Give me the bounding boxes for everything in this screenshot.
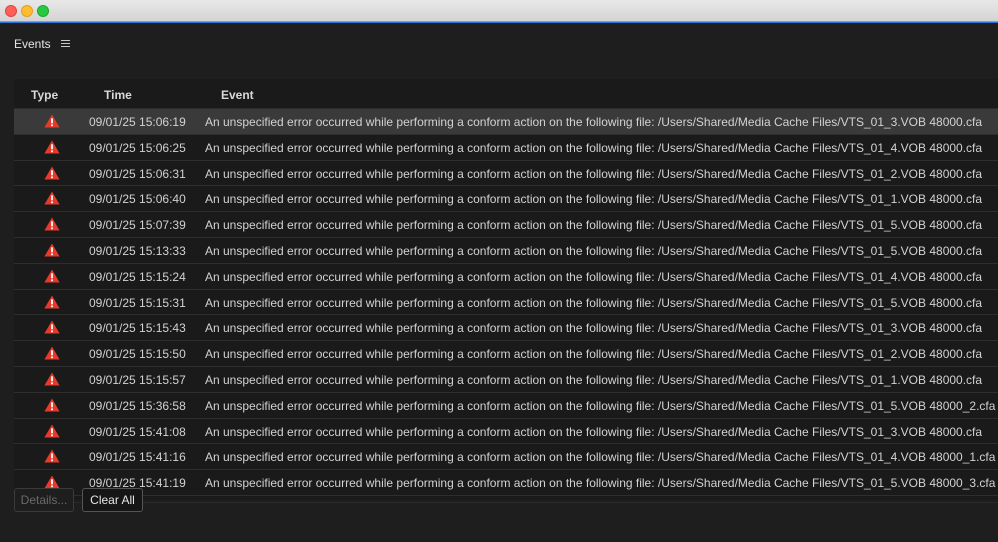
warning-icon (44, 191, 60, 205)
event-message: An unspecified error occurred while perf… (205, 269, 983, 284)
minimize-window-button[interactable] (21, 5, 33, 17)
window-title-bar (0, 0, 998, 22)
hamburger-menu-icon[interactable] (60, 40, 70, 48)
event-message: An unspecified error occurred while perf… (205, 115, 983, 129)
event-time: 09/01/25 15:06:25 (89, 140, 186, 155)
event-time: 09/01/25 15:15:31 (89, 295, 186, 310)
event-time: 09/01/25 15:15:57 (89, 372, 186, 387)
event-time: 09/01/25 15:07:39 (89, 218, 186, 233)
table-row[interactable]: 09/01/25 15:15:50 An unspecified error oc… (14, 341, 998, 367)
event-time: 09/01/25 15:41:08 (89, 424, 186, 439)
warning-icon (44, 243, 60, 257)
event-message: An unspecified error occurred while perf… (205, 295, 983, 310)
event-time: 09/01/25 15:36:58 (89, 398, 186, 413)
event-time: 09/01/25 15:06:31 (89, 166, 186, 181)
footer-divider (14, 502, 998, 503)
warning-icon (44, 217, 60, 231)
table-row[interactable]: 09/01/25 15:15:43 An unspecified error oc… (14, 315, 998, 342)
table-body: 09/01/25 15:06:19 An unspecified error oc… (14, 109, 998, 496)
event-message: An unspecified error occurred while perf… (205, 347, 983, 362)
event-time: 09/01/25 15:06:19 (89, 115, 186, 129)
warning-icon (44, 140, 60, 154)
column-header-event[interactable]: Event (221, 88, 254, 102)
event-message: An unspecified error occurred while perf… (205, 398, 996, 413)
maximize-window-button[interactable] (37, 5, 49, 17)
panel-title[interactable]: Events (14, 37, 51, 51)
table-row[interactable]: 09/01/25 15:06:19 An unspecified error oc… (14, 109, 998, 135)
table-row[interactable]: 09/01/25 15:41:16 An unspecified error oc… (14, 444, 998, 471)
warning-icon (44, 114, 60, 128)
event-message: An unspecified error occurred while perf… (205, 450, 996, 465)
warning-icon (44, 346, 60, 360)
event-message: An unspecified error occurred while perf… (205, 476, 996, 491)
event-message: An unspecified error occurred while perf… (205, 321, 983, 336)
table-row[interactable]: 09/01/25 15:15:24 An unspecified error oc… (14, 264, 998, 290)
table-row[interactable]: 09/01/25 15:41:19 An unspecified error oc… (14, 470, 998, 496)
warning-icon (44, 398, 60, 412)
table-row[interactable]: 09/01/25 15:41:08 An unspecified error oc… (14, 419, 998, 445)
event-message: An unspecified error occurred while perf… (205, 218, 983, 233)
close-window-button[interactable] (5, 5, 17, 17)
table-row[interactable]: 09/01/25 15:15:31 An unspecified error oc… (14, 290, 998, 316)
table-row[interactable]: 09/01/25 15:13:33 An unspecified error oc… (14, 238, 998, 264)
table-row[interactable]: 09/01/25 15:06:25 An unspecified error oc… (14, 135, 998, 161)
table-row[interactable]: 09/01/25 15:06:31 An unspecified error oc… (14, 161, 998, 187)
event-message: An unspecified error occurred while perf… (205, 372, 983, 387)
event-time: 09/01/25 15:06:40 (89, 192, 186, 207)
events-table: Type Time Event 09/01/25 15:06:19 An unsp… (14, 79, 998, 500)
event-time: 09/01/25 15:15:50 (89, 347, 186, 362)
table-row[interactable]: 09/01/25 15:36:58 An unspecified error oc… (14, 393, 998, 419)
event-message: An unspecified error occurred while perf… (205, 140, 983, 155)
event-message: An unspecified error occurred while perf… (205, 243, 983, 258)
event-time: 09/01/25 15:41:16 (89, 450, 186, 465)
panel-header: Events (14, 36, 70, 52)
warning-icon (44, 372, 60, 386)
warning-icon (44, 295, 60, 309)
table-row[interactable]: 09/01/25 15:06:40 An unspecified error oc… (14, 186, 998, 213)
details-button[interactable]: Details... (14, 488, 74, 512)
column-header-time[interactable]: Time (104, 88, 132, 102)
table-row[interactable]: 09/01/25 15:15:57 An unspecified error oc… (14, 367, 998, 393)
event-message: An unspecified error occurred while perf… (205, 192, 983, 207)
event-message: An unspecified error occurred while perf… (205, 166, 983, 181)
warning-icon (44, 269, 60, 283)
event-time: 09/01/25 15:13:33 (89, 243, 186, 258)
table-row[interactable]: 09/01/25 15:07:39 An unspecified error oc… (14, 212, 998, 238)
warning-icon (44, 166, 60, 180)
events-panel: Events Type Time Event 09/01/25 15:06:19… (0, 23, 998, 542)
clear-all-button[interactable]: Clear All (82, 488, 143, 512)
warning-icon (44, 320, 60, 334)
column-header-type[interactable]: Type (31, 88, 58, 102)
event-time: 09/01/25 15:15:43 (89, 321, 186, 336)
warning-icon (44, 424, 60, 438)
warning-icon (44, 449, 60, 463)
event-time: 09/01/25 15:15:24 (89, 269, 186, 284)
table-header: Type Time Event (14, 79, 998, 109)
event-message: An unspecified error occurred while perf… (205, 424, 983, 439)
